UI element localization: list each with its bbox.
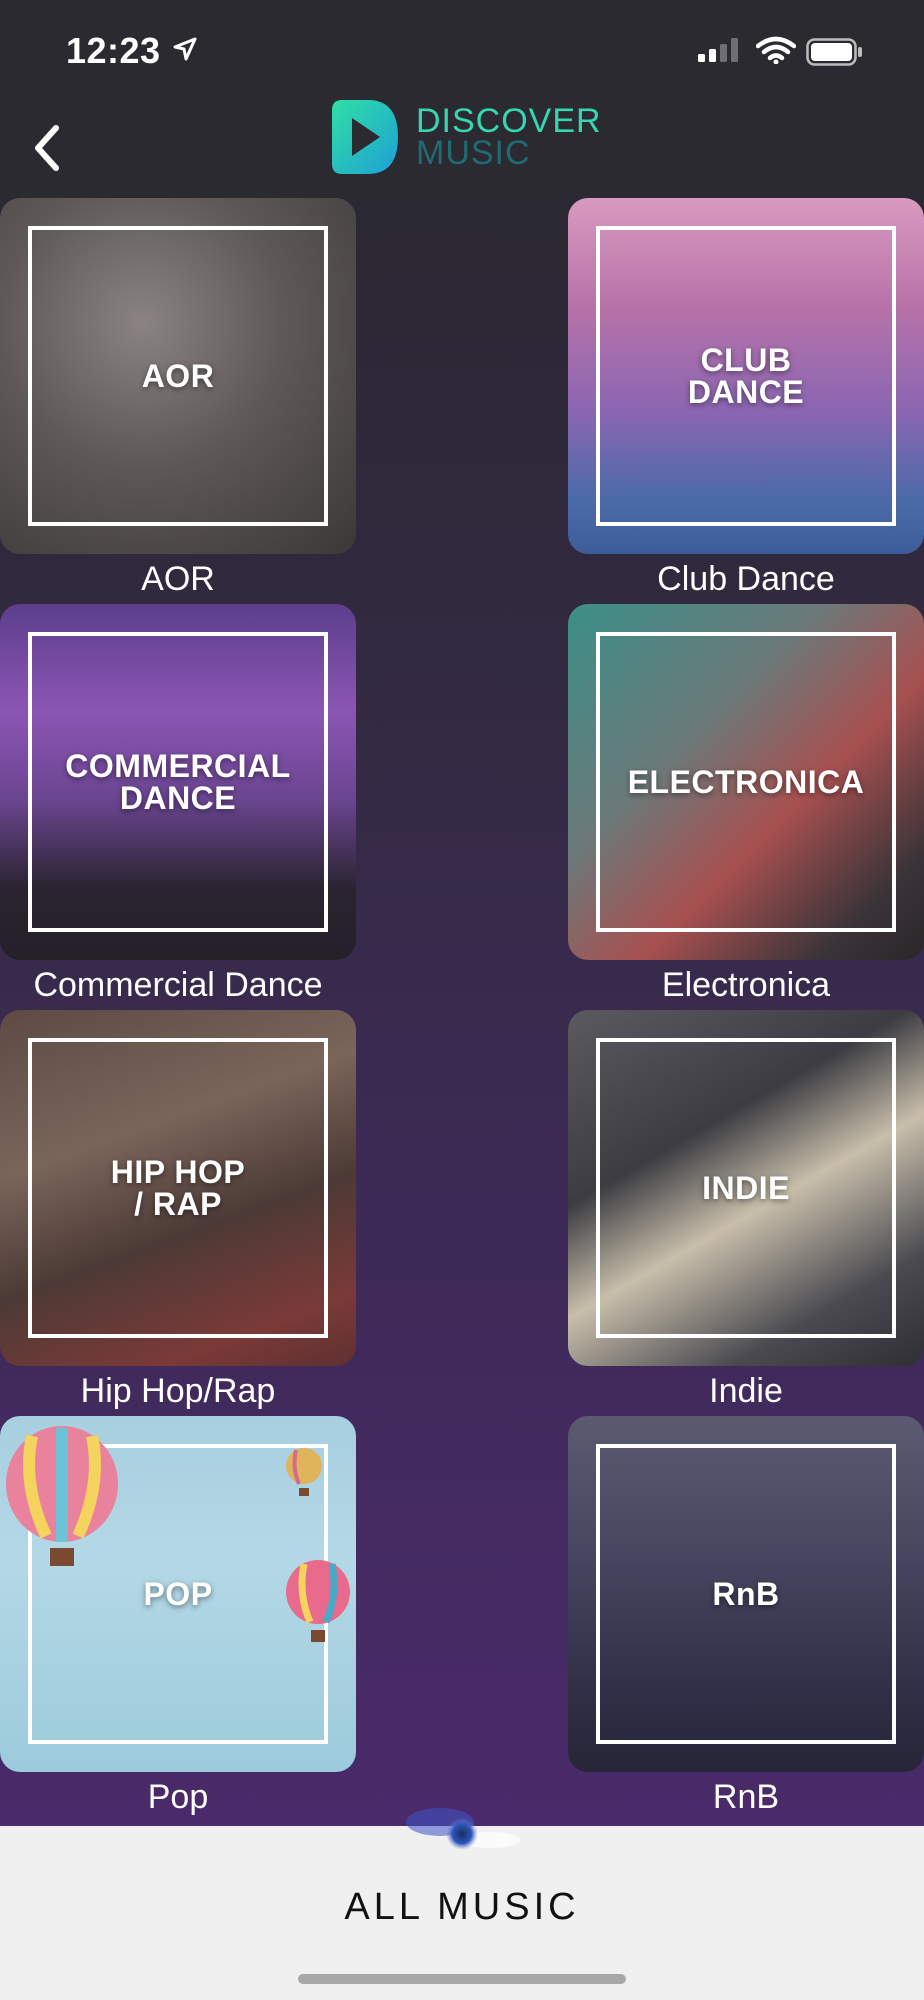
genre-caption-hip-hop-rap[interactable]: Hip Hop/Rap xyxy=(0,1372,356,1411)
home-indicator xyxy=(298,1974,626,1984)
nav-bar: DISCOVER MUSIC xyxy=(0,100,924,198)
genre-caption-electronica[interactable]: Electronica xyxy=(568,966,924,1005)
battery-icon xyxy=(806,38,864,71)
tile-title: RnB xyxy=(712,1576,780,1612)
genre-tile-aor[interactable]: AOR xyxy=(0,198,356,554)
genre-tile-hip-hop-rap[interactable]: HIP HOP / RAP xyxy=(0,1010,356,1366)
play-logo-icon xyxy=(332,100,398,174)
genre-tile-pop[interactable]: POP xyxy=(0,1416,356,1772)
genre-tile-commercial-dance[interactable]: COMMERCIAL DANCE xyxy=(0,604,356,960)
genre-caption-indie[interactable]: Indie xyxy=(568,1372,924,1411)
scroll-indicator-icon xyxy=(406,1808,520,1850)
app-logo: DISCOVER MUSIC xyxy=(328,100,618,176)
logo-text-music: MUSIC xyxy=(416,134,531,172)
genre-tile-rnb[interactable]: RnB xyxy=(568,1416,924,1772)
back-button[interactable] xyxy=(22,118,72,178)
tile-title: POP xyxy=(143,1576,213,1612)
all-music-button[interactable]: ALL MUSIC xyxy=(0,1886,924,1929)
genre-caption-rnb[interactable]: RnB xyxy=(568,1778,924,1817)
tile-title: CLUB DANCE xyxy=(687,342,805,410)
genre-caption-aor[interactable]: AOR xyxy=(0,560,356,599)
genre-tile-electronica[interactable]: ELECTRONICA xyxy=(568,604,924,960)
genre-tile-indie[interactable]: INDIE xyxy=(568,1010,924,1366)
chevron-left-icon xyxy=(35,125,59,171)
location-arrow-icon xyxy=(172,36,198,67)
wifi-icon xyxy=(755,36,797,69)
genre-caption-club-dance[interactable]: Club Dance xyxy=(568,560,924,599)
status-time: 12:23 xyxy=(66,30,161,71)
genre-caption-commercial-dance[interactable]: Commercial Dance xyxy=(0,966,356,1005)
tile-title: AOR xyxy=(141,358,215,394)
status-bar: 12:23 xyxy=(0,0,924,100)
genre-tile-club-dance[interactable]: CLUB DANCE xyxy=(568,198,924,554)
tile-title: INDIE xyxy=(702,1170,790,1206)
tile-title: ELECTRONICA xyxy=(627,764,865,800)
cellular-signal-icon xyxy=(698,38,742,67)
genre-grid: AOR AOR CLUB DANCE Club Dance COMMERCIAL… xyxy=(0,198,924,1826)
genre-caption-pop[interactable]: Pop xyxy=(0,1778,356,1817)
tile-title: HIP HOP / RAP xyxy=(110,1154,246,1222)
tile-title: COMMERCIAL DANCE xyxy=(65,748,291,816)
